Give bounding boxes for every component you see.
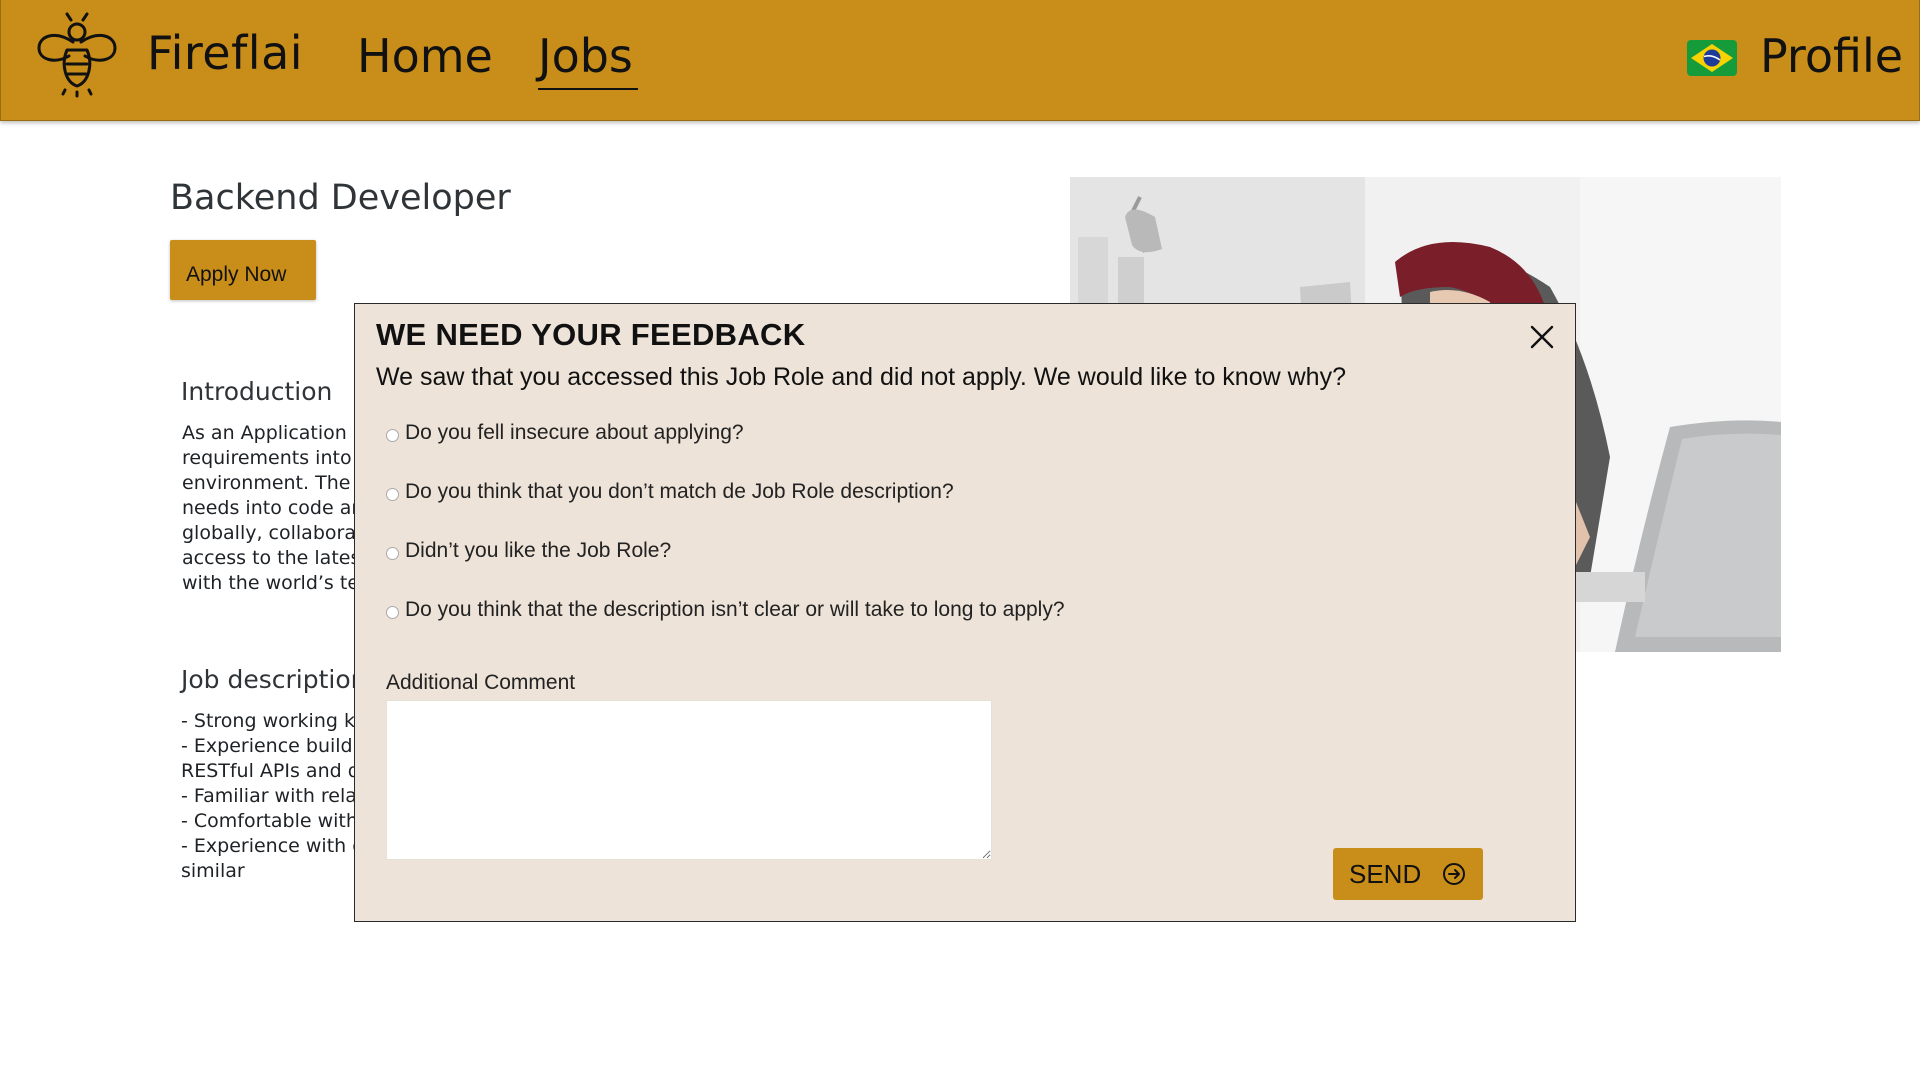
introduction-heading: Introduction: [181, 377, 333, 406]
additional-comment-label: Additional Comment: [386, 671, 576, 694]
additional-comment-textarea[interactable]: [386, 700, 992, 860]
nav-jobs-link[interactable]: Jobs: [538, 29, 633, 83]
radio-button[interactable]: [386, 428, 399, 442]
radio-button[interactable]: [386, 487, 399, 501]
job-title: Backend Developer: [170, 178, 511, 218]
feedback-option-insecure[interactable]: Do you fell insecure about applying?: [386, 421, 744, 445]
feedback-option-dislike[interactable]: Didn’t you like the Job Role?: [386, 539, 671, 563]
arrow-right-circle-icon: [1443, 863, 1465, 885]
radio-button[interactable]: [386, 546, 399, 560]
nav-home-link[interactable]: Home: [357, 29, 493, 83]
close-icon[interactable]: [1527, 322, 1557, 352]
feedback-subtitle: We saw that you accessed this Job Role a…: [376, 363, 1346, 391]
apply-now-button[interactable]: Apply Now: [170, 240, 316, 300]
top-navigation-bar: Fireflai Home Jobs Profile: [0, 0, 1920, 121]
brazil-flag-icon[interactable]: [1687, 40, 1737, 76]
profile-link[interactable]: Profile: [1760, 29, 1903, 83]
send-button[interactable]: SEND: [1333, 848, 1483, 900]
feedback-option-no-match[interactable]: Do you think that you don’t match de Job…: [386, 480, 954, 504]
firefly-logo-icon[interactable]: [35, 12, 119, 98]
brand-name[interactable]: Fireflai: [147, 26, 303, 80]
option-label: Didn’t you like the Job Role?: [405, 539, 672, 562]
feedback-option-unclear[interactable]: Do you think that the description isn’t …: [386, 598, 1065, 622]
radio-button[interactable]: [386, 605, 399, 619]
job-description-heading: Job description: [181, 665, 367, 694]
feedback-title: WE NEED YOUR FEEDBACK: [376, 317, 806, 352]
feedback-dialog: WE NEED YOUR FEEDBACK We saw that you ac…: [354, 303, 1576, 922]
active-nav-underline: [538, 88, 638, 90]
send-label: SEND: [1349, 858, 1422, 889]
option-label: Do you think that you don’t match de Job…: [405, 480, 954, 503]
option-label: Do you think that the description isn’t …: [405, 598, 1065, 621]
option-label: Do you fell insecure about applying?: [405, 421, 744, 444]
